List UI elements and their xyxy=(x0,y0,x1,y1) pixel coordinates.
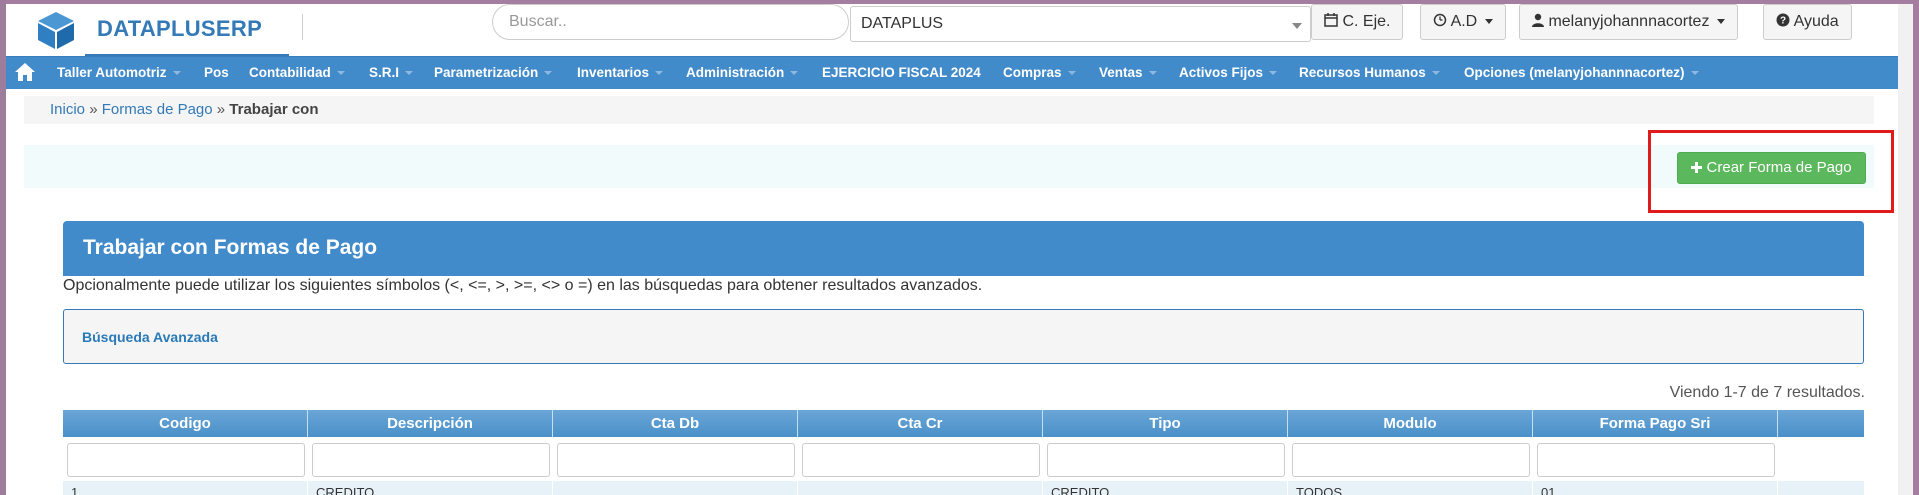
cell-cta-db xyxy=(553,481,798,495)
filter-forma-pago-sri-input[interactable] xyxy=(1537,443,1775,477)
breadcrumb-separator: » xyxy=(89,101,98,118)
page-title: Trabajar con Formas de Pago xyxy=(83,236,378,259)
caret-down-icon xyxy=(1067,71,1076,76)
nav-activos-fijos[interactable]: Activos Fijos xyxy=(1179,65,1278,80)
filter-cell xyxy=(553,437,798,481)
nav-ventas[interactable]: Ventas xyxy=(1099,65,1157,80)
fiscal-year-button[interactable]: C. Eje. xyxy=(1311,4,1404,40)
nav-taller-automotriz[interactable]: Taller Automotriz xyxy=(57,65,181,80)
filter-tipo-input[interactable] xyxy=(1047,443,1285,477)
question-circle-icon: ? xyxy=(1776,13,1790,27)
column-header-modulo[interactable]: Modulo xyxy=(1288,410,1533,437)
home-icon[interactable] xyxy=(14,62,36,82)
column-header-codigo[interactable]: Codigo xyxy=(63,410,308,437)
breadcrumb-current: Trabajar con xyxy=(229,101,319,118)
cell-tipo: CREDITO xyxy=(1043,481,1288,495)
column-header-actions xyxy=(1778,410,1864,437)
column-header-tipo[interactable]: Tipo xyxy=(1043,410,1288,437)
action-bar xyxy=(24,145,1874,188)
nav-opciones[interactable]: Opciones (melanyjohannnacortez) xyxy=(1464,65,1699,80)
filter-cell xyxy=(1043,437,1288,481)
user-icon xyxy=(1532,13,1544,27)
svg-text:?: ? xyxy=(1780,16,1786,27)
filter-cell xyxy=(63,437,308,481)
caret-down-icon xyxy=(405,71,414,76)
breadcrumb-section-link[interactable]: Formas de Pago xyxy=(102,101,213,118)
filter-codigo-input[interactable] xyxy=(67,443,305,477)
nav-ejercicio-fiscal[interactable]: EJERCICIO FISCAL 2024 xyxy=(822,65,981,80)
highlight-annotation xyxy=(1648,130,1894,213)
caret-down-icon xyxy=(1431,71,1440,76)
nav-sri[interactable]: S.R.I xyxy=(369,65,414,80)
filter-cell xyxy=(1288,437,1533,481)
user-menu-button[interactable]: melanyjohannnacortez xyxy=(1519,4,1738,40)
panel-header: Trabajar con Formas de Pago xyxy=(63,221,1864,276)
cell-cta-cr xyxy=(798,481,1043,495)
filter-cell-empty xyxy=(1778,437,1864,481)
caret-down-icon xyxy=(172,71,181,76)
search-input[interactable]: Buscar.. xyxy=(492,4,849,40)
nav-recursos-humanos[interactable]: Recursos Humanos xyxy=(1299,65,1440,80)
advanced-search-link[interactable]: Búsqueda Avanzada xyxy=(82,329,218,345)
cell-actions xyxy=(1778,481,1864,495)
breadcrumb-separator: » xyxy=(216,101,226,118)
results-summary: Viendo 1-7 de 7 resultados. xyxy=(1669,384,1865,401)
nav-parametrizacion[interactable]: Parametrización xyxy=(434,65,553,80)
ad-dropdown-button[interactable]: A.D xyxy=(1420,4,1506,40)
filter-cell xyxy=(1533,437,1778,481)
caret-down-icon xyxy=(1716,19,1725,25)
cell-modulo: TODOS xyxy=(1288,481,1533,495)
breadcrumb-home-link[interactable]: Inicio xyxy=(50,101,85,118)
nav-contabilidad[interactable]: Contabilidad xyxy=(249,65,345,80)
help-label: Ayuda xyxy=(1793,13,1839,30)
header-divider xyxy=(302,14,303,40)
calendar-icon xyxy=(1324,13,1338,27)
breadcrumb: Inicio » Formas de Pago » Trabajar con xyxy=(50,101,319,118)
payment-methods-table: Codigo Descripción Cta Db Cta Cr Tipo Mo… xyxy=(63,410,1864,495)
fiscal-year-label: C. Eje. xyxy=(1342,13,1391,30)
search-hint-text: Opcionalmente puede utilizar los siguien… xyxy=(63,277,983,294)
filter-cta-db-input[interactable] xyxy=(557,443,795,477)
table-header-row: Codigo Descripción Cta Db Cta Cr Tipo Mo… xyxy=(63,410,1864,437)
company-select-value: DATAPLUS xyxy=(861,15,944,32)
window-frame-right xyxy=(1913,0,1919,495)
cube-logo-icon xyxy=(38,12,74,49)
advanced-search-panel[interactable]: Búsqueda Avanzada xyxy=(63,309,1864,364)
filter-cell xyxy=(798,437,1043,481)
caret-down-icon xyxy=(1148,71,1157,76)
chevron-down-icon xyxy=(1292,23,1302,29)
nav-pos[interactable]: Pos xyxy=(204,65,229,80)
nav-compras[interactable]: Compras xyxy=(1003,65,1076,80)
caret-down-icon xyxy=(655,71,664,76)
column-header-cta-db[interactable]: Cta Db xyxy=(553,410,798,437)
cell-codigo: 1 xyxy=(63,481,308,495)
cell-forma-pago-sri: 01 xyxy=(1533,481,1778,495)
clock-icon xyxy=(1433,13,1447,27)
filter-descripcion-input[interactable] xyxy=(312,443,550,477)
nav-inventarios[interactable]: Inventarios xyxy=(577,65,664,80)
company-select[interactable]: DATAPLUS xyxy=(850,6,1311,42)
cell-descripcion: CREDITO xyxy=(308,481,553,495)
caret-down-icon xyxy=(336,71,345,76)
filter-modulo-input[interactable] xyxy=(1292,443,1530,477)
caret-down-icon xyxy=(1484,19,1493,25)
column-header-descripcion[interactable]: Descripción xyxy=(308,410,553,437)
help-button[interactable]: ? Ayuda xyxy=(1763,4,1852,40)
table-filter-row xyxy=(63,437,1864,481)
brand-name[interactable]: DATAPLUSERP xyxy=(97,16,262,42)
nav-administracion[interactable]: Administración xyxy=(686,65,799,80)
caret-down-icon xyxy=(790,71,799,76)
column-header-cta-cr[interactable]: Cta Cr xyxy=(798,410,1043,437)
vertical-scrollbar[interactable] xyxy=(1898,4,1913,495)
main-navbar: Taller Automotriz Pos Contabilidad S.R.I… xyxy=(6,56,1898,89)
caret-down-icon xyxy=(544,71,553,76)
filter-cell xyxy=(308,437,553,481)
column-header-forma-pago-sri[interactable]: Forma Pago Sri xyxy=(1533,410,1778,437)
ad-label: A.D xyxy=(1450,13,1478,30)
caret-down-icon xyxy=(1269,71,1278,76)
user-name-label: melanyjohannnacortez xyxy=(1548,13,1710,30)
table-row[interactable]: 1 CREDITO CREDITO TODOS 01 xyxy=(63,481,1864,495)
filter-cta-cr-input[interactable] xyxy=(802,443,1040,477)
caret-down-icon xyxy=(1690,71,1699,76)
